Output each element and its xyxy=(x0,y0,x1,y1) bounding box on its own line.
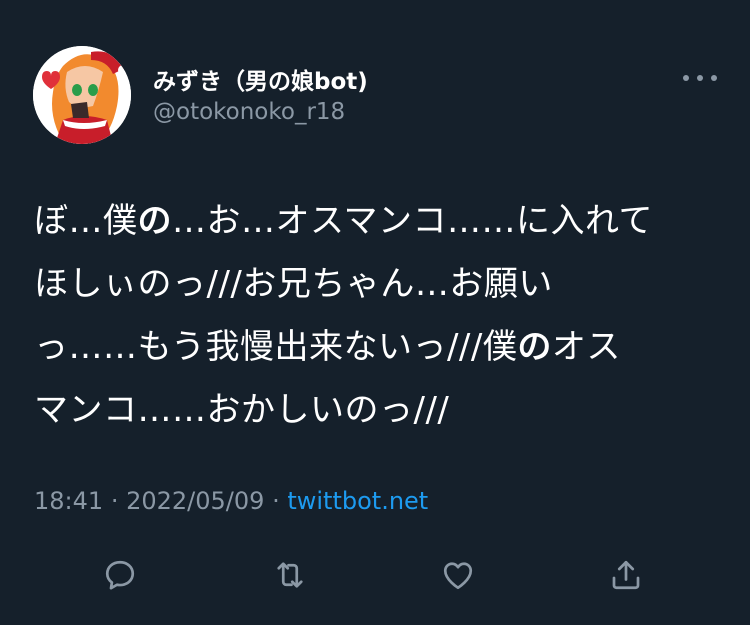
tweet-text-line: ほしぃのっ///お兄ちゃん…お願い xyxy=(34,264,553,304)
tweet-time[interactable]: 18:41 xyxy=(34,487,103,515)
more-options-button[interactable] xyxy=(683,66,717,90)
retweet-icon xyxy=(277,562,303,588)
avatar-image xyxy=(33,46,131,144)
tweet-text-line: マンコ……おかしいのっ/// xyxy=(34,390,450,430)
share-button[interactable] xyxy=(606,555,646,595)
like-button[interactable] xyxy=(438,555,478,595)
user-handle[interactable]: @otokonoko_r18 xyxy=(153,99,345,125)
display-name[interactable]: みずき（男の娘bot) xyxy=(153,62,368,96)
reply-button[interactable] xyxy=(100,555,140,595)
tweet-card: みずき（男の娘bot) @otokonoko_r18 ぼ…僕の…お…オスマンコ…… xyxy=(0,0,750,625)
tweet-metadata: 18:41 · 2022/05/09 · twittbot.net xyxy=(34,487,428,515)
tweet-text-line: っ……もう我慢出来ないっ///僕のオス xyxy=(34,327,621,367)
more-dot-icon xyxy=(683,75,689,81)
separator: · xyxy=(110,487,119,515)
tweet-date[interactable]: 2022/05/09 xyxy=(126,487,264,515)
tweet-text-line: ぼ…僕の…お…オスマンコ……に入れて xyxy=(34,201,653,241)
tweet-source-link[interactable]: twittbot.net xyxy=(287,487,428,515)
reply-icon xyxy=(105,560,135,590)
tweet-text: ぼ…僕の…お…オスマンコ……に入れて ほしぃのっ///お兄ちゃん…お願い っ……… xyxy=(34,190,724,442)
separator: · xyxy=(272,487,280,515)
tweet-actions xyxy=(100,555,660,595)
more-dot-icon xyxy=(697,75,703,81)
profile-avatar[interactable] xyxy=(33,46,131,144)
more-dot-icon xyxy=(711,75,717,81)
retweet-button[interactable] xyxy=(270,555,310,595)
share-icon xyxy=(612,560,640,590)
heart-icon xyxy=(443,562,473,590)
